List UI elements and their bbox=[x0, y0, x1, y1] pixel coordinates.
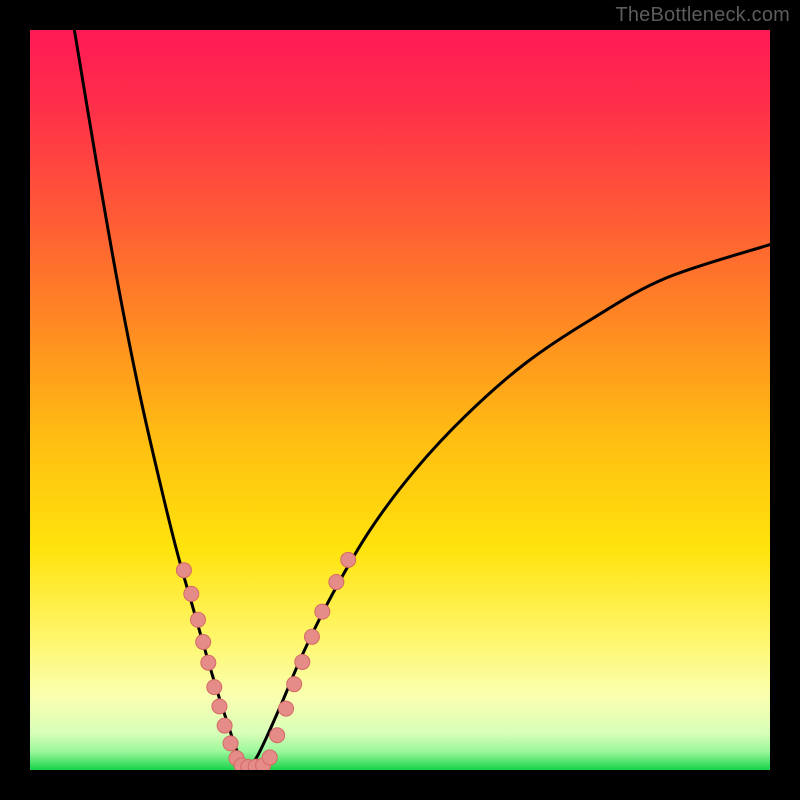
data-marker bbox=[315, 604, 330, 619]
data-marker bbox=[190, 612, 205, 627]
data-marker bbox=[329, 575, 344, 590]
data-marker bbox=[341, 552, 356, 567]
data-marker bbox=[212, 699, 227, 714]
data-marker bbox=[207, 680, 222, 695]
data-marker bbox=[196, 634, 211, 649]
data-marker bbox=[295, 654, 310, 669]
data-marker bbox=[217, 718, 232, 733]
data-marker bbox=[176, 563, 191, 578]
data-marker bbox=[279, 701, 294, 716]
data-marker bbox=[262, 750, 277, 765]
data-marker bbox=[304, 629, 319, 644]
chart-frame: TheBottleneck.com bbox=[0, 0, 800, 800]
data-marker bbox=[270, 728, 285, 743]
data-marker bbox=[201, 655, 216, 670]
data-marker bbox=[223, 736, 238, 751]
data-marker bbox=[287, 677, 302, 692]
bottleneck-chart bbox=[30, 30, 770, 770]
watermark-label: TheBottleneck.com bbox=[615, 4, 790, 27]
data-marker bbox=[184, 586, 199, 601]
